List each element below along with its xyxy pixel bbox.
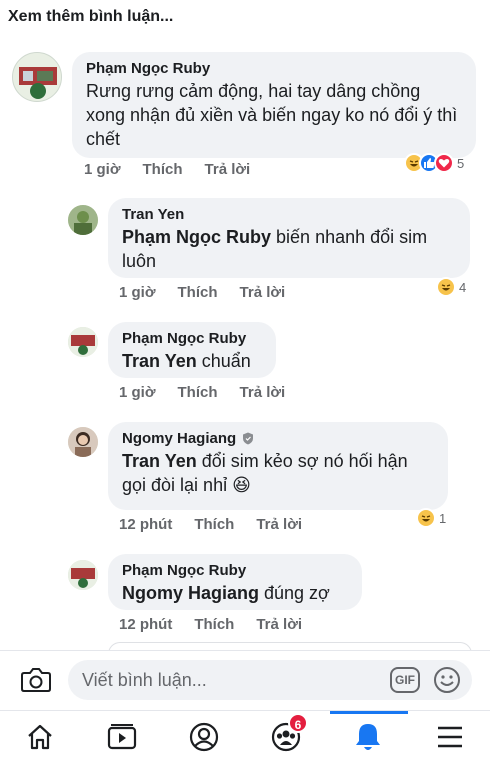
comment-text: Phạm Ngọc Ruby biến nhanh đổi sim luôn [122,227,428,271]
see-more-comments-link[interactable]: Xem thêm bình luận... [8,8,173,26]
reply-bubble: Phạm Ngọc Ruby Ngomy Hagiang đúng zợ [108,554,362,610]
comment-bubble: Phạm Ngọc Ruby Rưng rưng cảm động, hai t… [72,52,476,158]
reply-button[interactable]: Trả lời [240,384,286,401]
shield-icon [243,432,254,445]
reply-button[interactable]: Trả lời [240,284,286,301]
profile-icon [189,722,219,752]
mention-link[interactable]: Phạm Ngọc Ruby [122,227,271,247]
like-button[interactable]: Thích [178,284,218,301]
reaction-summary[interactable]: 1 [416,508,446,528]
comment-text: Rưng rưng cảm động, hai tay dâng chồng x… [86,81,458,149]
reaction-summary[interactable]: 5 [404,153,464,173]
avatar[interactable] [68,327,98,357]
mention-link[interactable]: Tran Yen [122,451,197,471]
tab-watch[interactable] [102,717,142,757]
comment-actions: 1 giờ Thích Trả lời [119,384,285,401]
comment-time[interactable]: 12 phút [119,616,172,633]
bell-icon [356,724,380,750]
reply-button[interactable]: Trả lời [256,516,302,533]
comment-author[interactable]: Phạm Ngọc Ruby [122,562,348,579]
groups-badge: 6 [288,713,308,733]
reply-bubble: Ngomy Hagiang Tran Yen đổi sim kẻo sợ nó… [108,422,448,510]
reaction-count: 4 [459,279,467,295]
like-button[interactable]: Thích [194,516,234,533]
tab-notifications[interactable] [348,717,388,757]
reply-button[interactable]: Trả lời [205,161,251,178]
like-button[interactable]: Thích [194,616,234,633]
tab-profile[interactable] [184,717,224,757]
comment-input-placeholder: Viết bình luận... [82,670,207,690]
emoji-icon[interactable] [432,665,462,695]
video-icon [107,724,137,750]
haha-reaction-icon [416,508,436,528]
reply-button[interactable]: Trả lời [256,616,302,633]
gif-button[interactable]: GIF [390,667,420,693]
reaction-count: 1 [439,510,447,526]
reply-bubble: Tran Yen Phạm Ngọc Ruby biến nhanh đổi s… [108,198,470,278]
comment-time[interactable]: 12 phút [119,516,172,533]
bottom-tab-bar: 6 [0,710,490,762]
comment-actions: 12 phút Thích Trả lời [119,516,302,533]
like-button[interactable]: Thích [178,384,218,401]
comment-actions: 12 phút Thích Trả lời [119,616,302,633]
comment-actions: 1 giờ Thích Trả lời [84,161,250,178]
comment-text: Ngomy Hagiang đúng zợ [122,583,330,603]
comment-author[interactable]: Phạm Ngọc Ruby [86,60,462,77]
mention-link[interactable]: Ngomy Hagiang [122,583,259,603]
reaction-summary[interactable]: 4 [436,277,466,297]
avatar[interactable] [68,205,98,235]
comment-input[interactable]: Viết bình luận... GIF [68,660,472,700]
menu-icon [438,726,462,748]
tab-groups[interactable]: 6 [266,713,308,757]
like-button[interactable]: Thích [143,161,183,178]
home-icon [28,724,52,750]
avatar[interactable] [12,52,62,102]
reaction-count: 5 [457,155,465,171]
love-reaction-icon [434,153,454,173]
tab-menu[interactable] [430,717,470,757]
avatar[interactable] [68,427,98,457]
comment-time[interactable]: 1 giờ [84,161,121,178]
comment-time[interactable]: 1 giờ [119,384,156,401]
comment-author[interactable]: Phạm Ngọc Ruby [122,330,262,347]
comment-composer: Viết bình luận... GIF [0,651,490,709]
avatar[interactable] [68,560,98,590]
reply-bubble: Phạm Ngọc Ruby Tran Yen chuẩn [108,322,276,378]
tab-home[interactable] [20,717,60,757]
camera-icon[interactable] [20,665,52,695]
comment-text: Tran Yen đổi sim kẻo sợ nó hối hận gọi đ… [122,451,408,495]
mention-link[interactable]: Tran Yen [122,351,197,371]
haha-reaction-icon [436,277,456,297]
comment-author[interactable]: Tran Yen [122,206,456,223]
comment-author[interactable]: Ngomy Hagiang [122,430,434,447]
comment-text: Tran Yen chuẩn [122,351,251,371]
comment-actions: 1 giờ Thích Trả lời [119,284,285,301]
active-tab-indicator [330,711,408,714]
comment-time[interactable]: 1 giờ [119,284,156,301]
